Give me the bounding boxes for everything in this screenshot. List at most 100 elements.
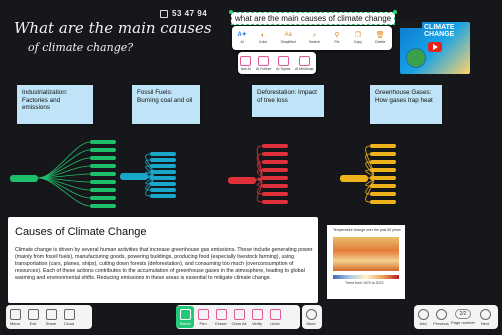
page-indicator[interactable]: 2/2 Page number: [450, 309, 476, 325]
sticky-note-text: Deforestation: Impact of tree loss: [257, 89, 317, 104]
select-tool[interactable]: Select: [176, 306, 194, 328]
clear-all-tool[interactable]: Clear All: [230, 308, 248, 326]
mindmap-node[interactable]: [150, 152, 176, 156]
page-navigation: Add Previous 2/2 Page number Next: [414, 305, 498, 329]
mindmap-node[interactable]: [262, 184, 288, 188]
cloud-button[interactable]: Cloud: [60, 308, 78, 326]
mindmap-node[interactable]: [370, 176, 396, 180]
ai-toolbar: Ask AI AI Further AI Topics AI Mindmap: [238, 52, 316, 74]
toolbar-search-button[interactable]: ⌕ Search: [309, 32, 320, 44]
button-label: More: [306, 320, 316, 326]
exit-button[interactable]: Exit: [24, 308, 42, 326]
mindmap-node[interactable]: [150, 182, 176, 186]
undo-tool[interactable]: Undo: [266, 308, 284, 326]
mindmap-node[interactable]: [90, 140, 116, 144]
mindmap-node[interactable]: [150, 158, 176, 162]
ai-topics-button[interactable]: AI Topics: [276, 55, 291, 71]
mindmap-connector: [37, 149, 91, 179]
chevron-right-icon: [479, 308, 491, 320]
sticky-note[interactable]: Greenhouse Gases: How gases trap heat: [370, 85, 442, 124]
tool-palette: Select Pen Eraser Clear All Verify Undo: [176, 305, 300, 329]
share-button[interactable]: Share: [42, 308, 60, 326]
video-thumbnail[interactable]: CLIMATE CHANGE: [400, 22, 470, 74]
ask-ai-button[interactable]: Ask AI: [240, 55, 252, 71]
mindmap-node[interactable]: [90, 188, 116, 192]
sticky-note[interactable]: Deforestation: Impact of tree loss: [252, 85, 324, 117]
info-panel-body: Climate change is driven by several huma…: [15, 247, 313, 281]
toolbar-copy-button[interactable]: ❐ Copy: [354, 32, 362, 44]
ai-mindmap-icon: [298, 55, 310, 66]
mindmap-node[interactable]: [262, 144, 288, 148]
button-label: Undo: [270, 320, 280, 326]
sticky-note[interactable]: Fossil Fuels: Burning coal and oil: [132, 85, 200, 124]
toolbar-delete-button[interactable]: 🗑 Delete: [375, 32, 385, 44]
temperature-map-image[interactable]: Temperature change over the past 50 year…: [327, 225, 405, 299]
sticky-note[interactable]: Industrialization: Factories and emissio…: [17, 85, 93, 124]
bottom-left-toolbar: Menu Exit Share Cloud: [6, 305, 92, 329]
toolbar-item-label: Ask AI: [240, 66, 251, 71]
info-panel[interactable]: Causes of Climate Change Climate change …: [8, 217, 318, 303]
mindmap-node[interactable]: [262, 160, 288, 164]
eraser-tool[interactable]: Eraser: [212, 308, 230, 326]
toolbar-simplified-button[interactable]: Aa Simplified: [281, 32, 296, 44]
mindmap-node[interactable]: [262, 192, 288, 196]
mindmap-node[interactable]: [150, 188, 176, 192]
toolbar-pin-button[interactable]: ⚲ Pin: [333, 32, 340, 44]
button-label: Share: [45, 320, 57, 326]
button-label: Page number: [450, 320, 475, 325]
share-icon: [45, 308, 57, 320]
mindmap-node[interactable]: [90, 156, 116, 160]
mindmap-node[interactable]: [262, 152, 288, 156]
mindmap-node[interactable]: [90, 180, 116, 184]
play-icon[interactable]: [428, 42, 442, 52]
mindmap-node[interactable]: [262, 200, 288, 204]
mindmap-node[interactable]: [370, 160, 396, 164]
button-label: Previous: [433, 320, 449, 326]
mindmap-node[interactable]: [370, 168, 396, 172]
mindmap-root-node[interactable]: [228, 177, 256, 184]
copy-icon: ❐: [354, 32, 361, 39]
mindmap-node[interactable]: [90, 172, 116, 176]
mindmap-root-node[interactable]: [340, 175, 368, 182]
more-button[interactable]: More: [302, 308, 320, 326]
mindmap-node[interactable]: [150, 176, 176, 180]
verify-icon: [251, 308, 263, 320]
toolbar-color-button[interactable]: ◐ Color: [259, 32, 267, 44]
selected-text-object[interactable]: what are the main causes of climate chan…: [229, 10, 398, 25]
toolbar-item-label: Color: [258, 40, 268, 44]
previous-page-button[interactable]: Previous: [432, 308, 450, 326]
toolbar-item-label: AI Topics: [276, 66, 291, 71]
mindmap-node[interactable]: [370, 184, 396, 188]
select-icon: [179, 308, 191, 320]
button-label: Menu: [9, 320, 20, 326]
ai-mindmap-button[interactable]: AI Mindmap: [295, 55, 314, 71]
mindmap-node[interactable]: [90, 164, 116, 168]
pen-tool[interactable]: Pen: [194, 308, 212, 326]
add-page-button[interactable]: Add: [414, 308, 432, 326]
mindmap-node[interactable]: [150, 194, 176, 198]
mindmap-root-node[interactable]: [120, 173, 148, 180]
button-label: Next: [480, 320, 490, 326]
toolbar-item-label: Pin: [334, 40, 340, 44]
ai-further-button[interactable]: AI Further: [256, 55, 272, 71]
mindmap-node[interactable]: [370, 144, 396, 148]
pin-icon: ⚲: [334, 32, 340, 39]
toolbar-ai-button[interactable]: A✦ AI: [237, 32, 246, 44]
mindmap-node[interactable]: [370, 200, 396, 204]
session-code-value: 53 47 94: [172, 9, 208, 18]
mindmap-node[interactable]: [262, 168, 288, 172]
next-page-button[interactable]: Next: [476, 308, 494, 326]
mindmap-node[interactable]: [150, 164, 176, 168]
mindmap-root-node[interactable]: [10, 175, 38, 182]
mindmap-node[interactable]: [90, 148, 116, 152]
resize-handle[interactable]: [229, 10, 233, 14]
mindmap-node[interactable]: [262, 176, 288, 180]
trash-icon: 🗑: [375, 32, 385, 39]
mindmap-node[interactable]: [90, 204, 116, 208]
mindmap-node[interactable]: [90, 196, 116, 200]
mindmap-node[interactable]: [370, 152, 396, 156]
mindmap-node[interactable]: [370, 192, 396, 196]
mindmap-node[interactable]: [150, 170, 176, 174]
menu-button[interactable]: Menu: [6, 308, 24, 326]
verify-tool[interactable]: Verify: [248, 308, 266, 326]
